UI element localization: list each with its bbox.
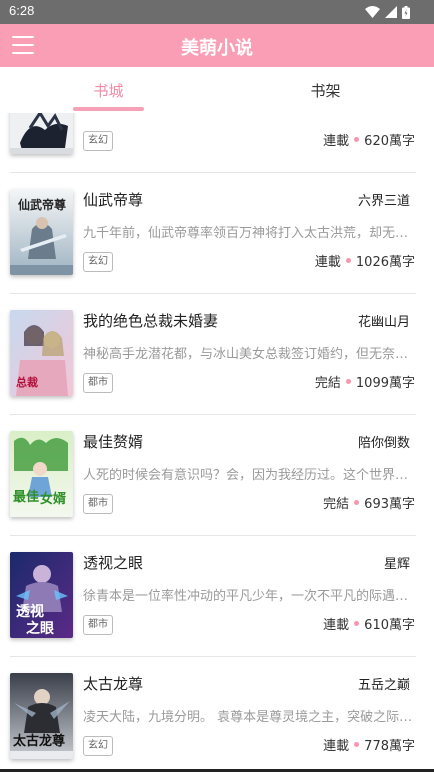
book-description: 徐青本是一位率性冲动的平凡少年，一次不平凡的际遇… (83, 589, 409, 604)
book-status: 連載 (323, 618, 350, 633)
book-list[interactable]: 玄幻 連載 620萬字 仙武帝尊 仙武帝尊 六界三道 九千年前，仙武帝尊率领百万… (0, 113, 434, 772)
book-cover: 仙武帝尊 (10, 189, 73, 275)
word-count: 1099萬字 (355, 376, 415, 391)
battery-icon (402, 5, 410, 19)
wifi-icon (365, 6, 380, 18)
book-status: 連載 (323, 739, 350, 754)
separator-dot (354, 742, 360, 747)
word-count: 778萬字 (364, 739, 415, 754)
app-bar: 美萌小说 (0, 24, 434, 67)
word-count: 693萬字 (364, 497, 415, 512)
book-item[interactable]: 总裁 我的绝色总裁未婚妻 花幽山月 神秘高手龙潜花都，与冰山美女总裁签订婚约，但… (0, 294, 434, 415)
svg-text:太古龙尊: 太古龙尊 (12, 733, 65, 749)
word-count: 1026萬字 (355, 255, 415, 270)
tab-indicator (73, 107, 144, 111)
book-author: 六界三道 (357, 194, 410, 209)
book-title: 我的绝色总裁未婚妻 (83, 312, 219, 330)
book-description: 神秘高手龙潜花都，与冰山美女总裁签订婚约，但无奈… (83, 347, 409, 362)
book-meta: 完結 693萬字 (323, 493, 415, 512)
book-cover: 透视 之眼 (10, 552, 73, 638)
genre-tag: 都市 (83, 373, 113, 393)
book-status: 連載 (323, 134, 350, 149)
separator-dot (345, 379, 351, 384)
word-count: 620萬字 (364, 134, 415, 149)
svg-text:总裁: 总裁 (16, 375, 38, 389)
book-title: 太古龙尊 (83, 675, 144, 693)
book-item[interactable]: 仙武帝尊 仙武帝尊 六界三道 九千年前，仙武帝尊率领百万神将打入太古洪荒，却无…… (0, 173, 434, 294)
status-icons (365, 5, 410, 19)
book-cover: 最佳 女婿 (10, 431, 73, 517)
genre-tag: 玄幻 (83, 131, 113, 151)
book-meta: 連載 620萬字 (323, 130, 415, 149)
book-author: 星辉 (383, 557, 410, 572)
book-status: 完結 (323, 497, 350, 512)
genre-tag: 玄幻 (83, 736, 113, 756)
svg-text:透视: 透视 (16, 603, 44, 620)
tab-bar: 书城 书架 (0, 67, 434, 113)
tab-bookshelf[interactable]: 书架 (217, 67, 434, 113)
book-cover: 总裁 (10, 310, 73, 396)
signal-icon (385, 6, 397, 18)
book-item[interactable]: 透视 之眼 透视之眼 星辉 徐青本是一位率性冲动的平凡少年，一次不平凡的际遇… … (0, 536, 434, 657)
book-meta: 連載 610萬字 (323, 614, 415, 633)
book-author: 花幽山月 (357, 315, 410, 330)
book-cover (10, 113, 73, 154)
svg-text:女婿: 女婿 (40, 491, 67, 507)
status-bar: 6:28 (0, 0, 434, 24)
status-time: 6:28 (9, 3, 35, 18)
svg-text:之眼: 之眼 (26, 620, 54, 637)
book-meta: 連載 778萬字 (323, 735, 415, 754)
genre-tag: 都市 (83, 615, 113, 635)
book-description: 人死的时候会有意识吗？会，因为我经历过。这个世界… (83, 468, 409, 483)
book-title: 透视之眼 (83, 554, 144, 572)
separator-dot (345, 258, 351, 263)
word-count: 610萬字 (364, 618, 415, 633)
separator-dot (354, 500, 360, 505)
svg-text:最佳: 最佳 (13, 489, 39, 505)
book-meta: 完結 1099萬字 (315, 372, 415, 391)
book-title: 仙武帝尊 (83, 191, 144, 209)
book-author: 五岳之巅 (357, 678, 410, 693)
genre-tag: 玄幻 (83, 252, 113, 272)
separator-dot (354, 621, 360, 626)
book-item[interactable]: 玄幻 連載 620萬字 (0, 113, 434, 173)
book-item[interactable]: 太古龙尊 太古龙尊 五岳之巅 凌天大陆，九境分明。 袁尊本是尊灵境之主，突破之际… (0, 657, 434, 772)
book-description: 九千年前，仙武帝尊率领百万神将打入太古洪荒，却无… (83, 226, 409, 241)
separator-dot (354, 137, 360, 142)
book-author: 陪你倒数 (357, 436, 410, 451)
book-description: 凌天大陆，九境分明。 袁尊本是尊灵境之主，突破之际… (83, 710, 413, 725)
app-title: 美萌小说 (181, 38, 253, 59)
svg-text:仙武帝尊: 仙武帝尊 (18, 197, 66, 212)
book-item[interactable]: 最佳 女婿 最佳赘婿 陪你倒数 人死的时候会有意识吗？会，因为我经历过。这个世界… (0, 415, 434, 536)
book-cover: 太古龙尊 (10, 673, 73, 759)
book-meta: 連載 1026萬字 (315, 251, 415, 270)
book-status: 連載 (314, 255, 341, 270)
book-title: 最佳赘婿 (83, 433, 144, 451)
genre-tag: 都市 (83, 494, 113, 514)
book-status: 完結 (314, 376, 341, 391)
